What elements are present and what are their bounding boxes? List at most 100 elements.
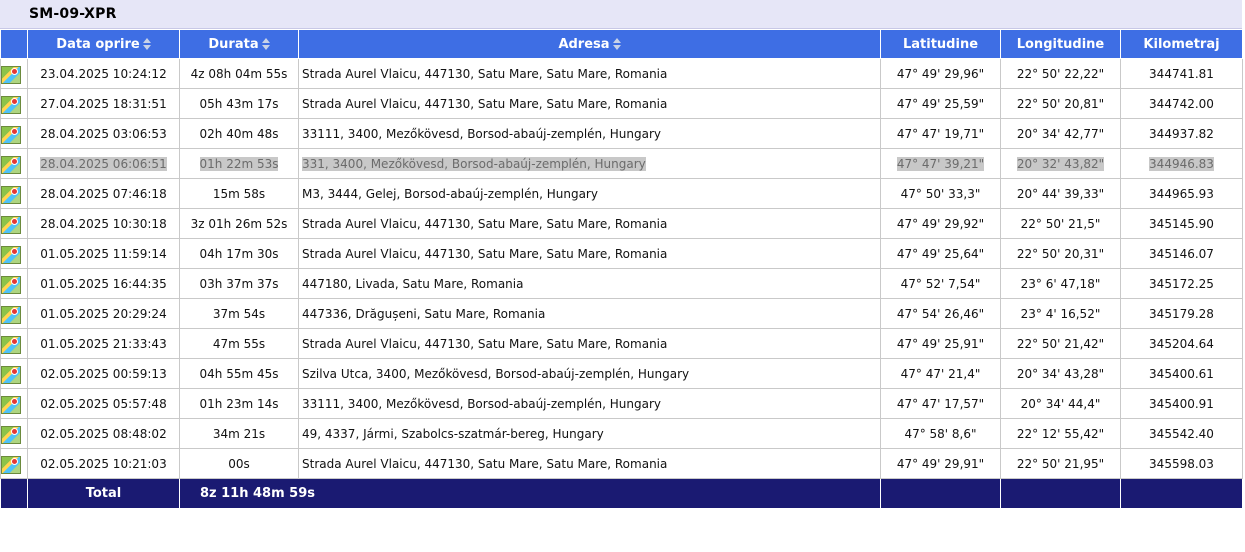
table-row[interactable]: 01.05.2025 11:59:14 04h 17m 30s Strada Aur… — [0, 238, 1243, 269]
map-icon[interactable] — [1, 65, 21, 84]
map-icon[interactable] — [1, 245, 21, 264]
cell-duration: 3z 01h 26m 52s — [179, 208, 299, 239]
table-row[interactable]: 02.05.2025 10:21:03 00s Strada Aurel Vlaic… — [0, 448, 1243, 479]
row-map-cell[interactable] — [0, 358, 28, 389]
table-row[interactable]: 28.04.2025 07:46:18 15m 58s M3, 3444, Gele… — [0, 178, 1243, 209]
column-header-longitude: Longitudine — [1000, 29, 1121, 59]
map-icon[interactable] — [1, 365, 21, 384]
row-map-cell[interactable] — [0, 118, 28, 149]
sort-arrows-icon[interactable] — [612, 38, 621, 50]
row-map-cell[interactable] — [0, 58, 28, 89]
cell-odometer: 344946.83 — [1120, 148, 1243, 179]
table-row[interactable]: 01.05.2025 21:33:43 47m 55s Strada Aurel V… — [0, 328, 1243, 359]
row-map-cell[interactable] — [0, 88, 28, 119]
map-icon[interactable] — [1, 155, 21, 174]
cell-duration: 37m 54s — [179, 298, 299, 329]
map-icon[interactable] — [1, 95, 21, 114]
row-map-cell[interactable] — [0, 418, 28, 449]
column-header-latitude: Latitudine — [880, 29, 1001, 59]
cell-duration: 00s — [179, 448, 299, 479]
cell-odometer: 345400.61 — [1120, 358, 1243, 389]
cell-address: 447336, Drăgușeni, Satu Mare, Romania — [298, 298, 881, 329]
map-icon[interactable] — [1, 455, 21, 474]
cell-longitude: 22° 50' 21,42" — [1000, 328, 1121, 359]
table-row[interactable]: 02.05.2025 00:59:13 04h 55m 45s Szilva Utc… — [0, 358, 1243, 389]
cell-date: 28.04.2025 07:46:18 — [27, 178, 180, 209]
cell-odometer: 345179.28 — [1120, 298, 1243, 329]
sort-arrows-icon[interactable] — [261, 38, 270, 50]
cell-odometer: 345146.07 — [1120, 238, 1243, 269]
table-row[interactable]: 02.05.2025 08:48:02 34m 21s 49, 4337, Járm… — [0, 418, 1243, 449]
table-row[interactable]: 01.05.2025 16:44:35 03h 37m 37s 447180, Li… — [0, 268, 1243, 299]
cell-address: M3, 3444, Gelej, Borsod-abaúj-zemplén, H… — [298, 178, 881, 209]
total-empty-lon — [1000, 478, 1121, 509]
map-icon[interactable] — [1, 305, 21, 324]
table-row[interactable]: 02.05.2025 05:57:48 01h 23m 14s 33111, 340… — [0, 388, 1243, 419]
cell-address: Strada Aurel Vlaicu, 447130, Satu Mare, … — [298, 88, 881, 119]
cell-date: 28.04.2025 06:06:51 — [27, 148, 180, 179]
column-header-date[interactable]: Data oprire — [27, 29, 180, 59]
map-icon[interactable] — [1, 395, 21, 414]
stops-table: Data oprire Durata Adresa Latitudine Lon… — [0, 29, 1243, 509]
cell-odometer: 344741.81 — [1120, 58, 1243, 89]
cell-address: Strada Aurel Vlaicu, 447130, Satu Mare, … — [298, 448, 881, 479]
map-icon[interactable] — [1, 275, 21, 294]
row-map-cell[interactable] — [0, 268, 28, 299]
cell-longitude: 22° 50' 21,95" — [1000, 448, 1121, 479]
column-header-address[interactable]: Adresa — [298, 29, 881, 59]
cell-duration: 47m 55s — [179, 328, 299, 359]
map-icon[interactable] — [1, 335, 21, 354]
cell-odometer: 345145.90 — [1120, 208, 1243, 239]
cell-odometer: 345542.40 — [1120, 418, 1243, 449]
row-map-cell[interactable] — [0, 388, 28, 419]
cell-address: Strada Aurel Vlaicu, 447130, Satu Mare, … — [298, 58, 881, 89]
cell-latitude: 47° 47' 17,57" — [880, 388, 1001, 419]
cell-latitude: 47° 49' 29,92" — [880, 208, 1001, 239]
cell-odometer: 345400.91 — [1120, 388, 1243, 419]
total-label: Total — [27, 478, 180, 509]
cell-date: 02.05.2025 05:57:48 — [27, 388, 180, 419]
cell-longitude: 22° 12' 55,42" — [1000, 418, 1121, 449]
row-map-cell[interactable] — [0, 238, 28, 269]
cell-date: 28.04.2025 10:30:18 — [27, 208, 180, 239]
cell-latitude: 47° 49' 29,91" — [880, 448, 1001, 479]
stops-report: SM-09-XPR Data oprire Durata Adresa Lati… — [0, 0, 1245, 509]
cell-date: 01.05.2025 21:33:43 — [27, 328, 180, 359]
table-row[interactable]: 28.04.2025 10:30:18 3z 01h 26m 52s Strada … — [0, 208, 1243, 239]
cell-latitude: 47° 47' 21,4" — [880, 358, 1001, 389]
cell-address: 33111, 3400, Mezőkövesd, Borsod-abaúj-ze… — [298, 118, 881, 149]
total-row: Total 8z 11h 48m 59s — [0, 478, 1243, 509]
cell-latitude: 47° 49' 25,91" — [880, 328, 1001, 359]
total-icon-cell — [0, 478, 28, 509]
table-row[interactable]: 28.04.2025 03:06:53 02h 40m 48s 33111, 340… — [0, 118, 1243, 149]
row-map-cell[interactable] — [0, 178, 28, 209]
sort-arrows-icon[interactable] — [142, 38, 151, 50]
cell-date: 01.05.2025 16:44:35 — [27, 268, 180, 299]
cell-odometer: 344965.93 — [1120, 178, 1243, 209]
row-map-cell[interactable] — [0, 448, 28, 479]
row-map-cell[interactable] — [0, 298, 28, 329]
cell-date: 27.04.2025 18:31:51 — [27, 88, 180, 119]
cell-latitude: 47° 47' 39,21" — [880, 148, 1001, 179]
row-map-cell[interactable] — [0, 208, 28, 239]
map-icon[interactable] — [1, 425, 21, 444]
map-icon[interactable] — [1, 185, 21, 204]
map-icon[interactable] — [1, 125, 21, 144]
column-header-duration[interactable]: Durata — [179, 29, 299, 59]
table-row[interactable]: 01.05.2025 20:29:24 37m 54s 447336, Drăguș… — [0, 298, 1243, 329]
row-map-cell[interactable] — [0, 328, 28, 359]
total-duration: 8z 11h 48m 59s — [179, 478, 881, 509]
cell-longitude: 22° 50' 22,22" — [1000, 58, 1121, 89]
cell-latitude: 47° 49' 25,64" — [880, 238, 1001, 269]
map-icon[interactable] — [1, 215, 21, 234]
table-row[interactable]: 23.04.2025 10:24:12 4z 08h 04m 55s Strada … — [0, 58, 1243, 89]
table-row[interactable]: 28.04.2025 06:06:51 01h 22m 53s 331, 3400,… — [0, 148, 1243, 179]
cell-longitude: 20° 34' 44,4" — [1000, 388, 1121, 419]
icon-column-header — [0, 29, 28, 59]
total-empty-km — [1120, 478, 1243, 509]
cell-latitude: 47° 54' 26,46" — [880, 298, 1001, 329]
cell-longitude: 22° 50' 20,81" — [1000, 88, 1121, 119]
cell-address: Szilva Utca, 3400, Mezőkövesd, Borsod-ab… — [298, 358, 881, 389]
row-map-cell[interactable] — [0, 148, 28, 179]
table-row[interactable]: 27.04.2025 18:31:51 05h 43m 17s Strada Aur… — [0, 88, 1243, 119]
